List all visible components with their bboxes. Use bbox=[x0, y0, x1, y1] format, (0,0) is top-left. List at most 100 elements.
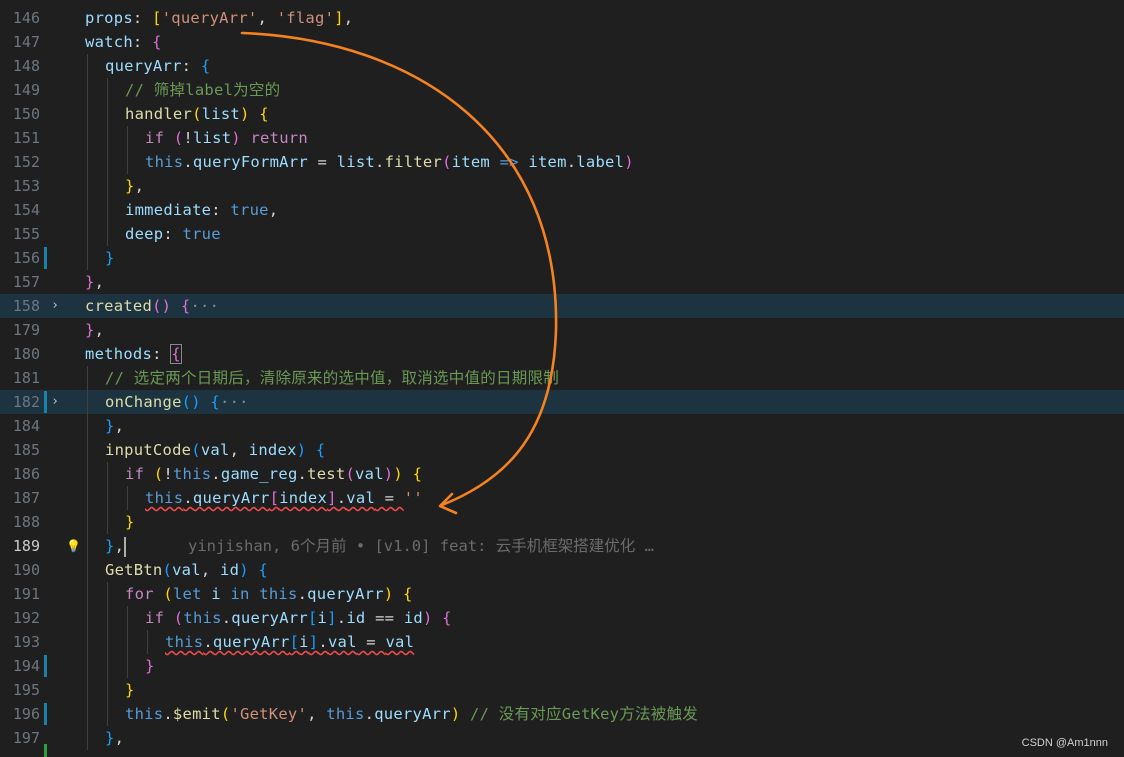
indent-guide bbox=[87, 486, 88, 510]
code-token: ··· bbox=[190, 297, 220, 315]
code-line[interactable]: 153}, bbox=[0, 174, 1124, 198]
code-text[interactable]: }, bbox=[105, 534, 127, 558]
code-line[interactable]: 185 inputCode(val, index) { bbox=[0, 438, 1124, 462]
code-token: : bbox=[163, 225, 183, 243]
code-line[interactable]: 189 💡}, yinjishan, 6个月前 • [v1.0] feat: 云手机… bbox=[0, 534, 1124, 558]
indent-guide bbox=[107, 198, 108, 222]
git-modified-indicator bbox=[44, 655, 47, 677]
code-text[interactable]: } bbox=[125, 678, 135, 702]
code-token: () bbox=[152, 297, 172, 315]
code-text[interactable]: }, bbox=[105, 726, 124, 750]
code-text[interactable]: deep: true bbox=[125, 222, 221, 246]
text-cursor bbox=[124, 536, 127, 557]
code-line[interactable]: 181 // 选定两个日期后，清除原来的选中值，取消选中值的日期限制 bbox=[0, 366, 1124, 390]
code-text[interactable]: GetBtn(val, id) { bbox=[105, 558, 268, 582]
code-line[interactable]: 146 props: ['queryArr', 'flag'], bbox=[0, 6, 1124, 30]
code-line[interactable]: 152 this.queryFormArr = list.filter(item … bbox=[0, 150, 1124, 174]
code-line[interactable]: 191 for (let i in this.queryArr) { bbox=[0, 582, 1124, 606]
chevron-right-icon[interactable]: › bbox=[49, 390, 61, 414]
code-text[interactable]: if (!this.game_reg.test(val)) { bbox=[125, 462, 422, 486]
git-modified-indicator bbox=[44, 703, 47, 725]
code-line[interactable]: 194} bbox=[0, 654, 1124, 678]
code-token: queryArr bbox=[192, 489, 270, 507]
code-text[interactable]: onChange() {··· bbox=[105, 390, 249, 414]
git-modified-indicator bbox=[44, 247, 47, 269]
code-text[interactable]: watch: { bbox=[85, 30, 162, 54]
code-text[interactable]: if (!list) return bbox=[145, 126, 308, 150]
code-text[interactable]: } bbox=[105, 246, 115, 270]
code-token: } bbox=[125, 513, 135, 531]
code-token: ··· bbox=[220, 393, 249, 411]
code-text[interactable]: props: ['queryArr', 'flag'], bbox=[85, 6, 353, 30]
code-text[interactable]: immediate: true, bbox=[125, 198, 278, 222]
code-line[interactable]: 182 › onChange() {··· bbox=[0, 390, 1124, 414]
chevron-right-icon[interactable]: › bbox=[49, 294, 61, 318]
code-text[interactable]: }, bbox=[85, 318, 104, 342]
code-token: list bbox=[201, 105, 240, 123]
code-text[interactable]: queryArr: { bbox=[105, 54, 210, 78]
code-text[interactable]: this.queryFormArr = list.filter(item => … bbox=[145, 150, 634, 174]
code-text[interactable]: this.queryArr[i].val = val bbox=[165, 630, 414, 654]
code-token: . bbox=[203, 633, 213, 651]
code-text[interactable]: this.queryArr[index].val = '' bbox=[145, 486, 423, 510]
code-text[interactable]: }, bbox=[125, 174, 144, 198]
code-text[interactable]: for (let i in this.queryArr) { bbox=[125, 582, 413, 606]
code-text[interactable]: } bbox=[125, 510, 135, 534]
code-text[interactable]: }, bbox=[85, 270, 104, 294]
line-number: 191 bbox=[12, 585, 40, 603]
code-line[interactable]: 193 this.queryArr[i].val = val bbox=[0, 630, 1124, 654]
code-text[interactable]: // 筛掉label为空的 bbox=[125, 78, 280, 102]
code-editor[interactable]: 146 props: ['queryArr', 'flag'], 147 watch:… bbox=[0, 0, 1124, 757]
code-line[interactable]: 186 if (!this.game_reg.test(val)) { bbox=[0, 462, 1124, 486]
code-line[interactable]: 196 this.$emit('GetKey', this.queryArr) /… bbox=[0, 702, 1124, 726]
code-text[interactable]: inputCode(val, index) { bbox=[105, 438, 325, 462]
code-text[interactable]: }, bbox=[105, 414, 124, 438]
code-line[interactable]: 147 watch: { bbox=[0, 30, 1124, 54]
code-line[interactable]: 149 // 筛掉label为空的 bbox=[0, 78, 1124, 102]
code-token: ( bbox=[173, 129, 184, 147]
code-line[interactable]: 158 › created() {··· bbox=[0, 294, 1124, 318]
code-token: this bbox=[165, 633, 204, 651]
indent-guide bbox=[87, 534, 88, 558]
code-text[interactable]: // 选定两个日期后，清除原来的选中值，取消选中值的日期限制 bbox=[105, 366, 559, 390]
code-text[interactable]: if (this.queryArr[i].id == id) { bbox=[145, 606, 452, 630]
code-line[interactable]: 180 methods: { bbox=[0, 342, 1124, 366]
code-line[interactable]: 195} bbox=[0, 678, 1124, 702]
code-token: ] bbox=[327, 609, 337, 627]
code-text[interactable]: created() {··· bbox=[85, 294, 219, 318]
git-added-indicator bbox=[44, 744, 47, 757]
code-token: methods bbox=[85, 345, 153, 363]
code-line[interactable]: 192 if (this.queryArr[i].id == id) { bbox=[0, 606, 1124, 630]
code-line[interactable]: 188} bbox=[0, 510, 1124, 534]
code-line[interactable]: 155 deep: true bbox=[0, 222, 1124, 246]
code-token: { bbox=[258, 561, 268, 579]
code-token: inputCode bbox=[105, 441, 192, 459]
code-line[interactable]: 197}, bbox=[0, 726, 1124, 750]
code-text[interactable]: } bbox=[145, 654, 155, 678]
code-line[interactable]: 156} bbox=[0, 246, 1124, 270]
code-line[interactable]: 157}, bbox=[0, 270, 1124, 294]
code-text[interactable]: methods: { bbox=[85, 342, 182, 366]
code-line[interactable]: 151 if (!list) return bbox=[0, 126, 1124, 150]
indent-guide bbox=[87, 102, 88, 126]
line-number: 187 bbox=[12, 489, 40, 507]
code-line[interactable]: 184}, bbox=[0, 414, 1124, 438]
code-line[interactable]: 154 immediate: true, bbox=[0, 198, 1124, 222]
code-token: { bbox=[403, 585, 413, 603]
code-text[interactable]: handler(list) { bbox=[125, 102, 269, 126]
code-line[interactable]: 150 handler(list) { bbox=[0, 102, 1124, 126]
code-token: item bbox=[528, 153, 567, 171]
code-line[interactable]: 190 GetBtn(val, id) { bbox=[0, 558, 1124, 582]
code-line[interactable]: 179}, bbox=[0, 318, 1124, 342]
code-token: . bbox=[374, 153, 385, 171]
indent-guide bbox=[107, 78, 108, 102]
code-line[interactable]: 187 this.queryArr[index].val = '' bbox=[0, 486, 1124, 510]
code-text[interactable]: this.$emit('GetKey', this.queryArr) // 没… bbox=[125, 702, 698, 726]
lightbulb-icon[interactable]: 💡 bbox=[66, 537, 81, 555]
code-token: test bbox=[307, 465, 346, 483]
code-token: this bbox=[326, 705, 365, 723]
code-line[interactable]: 148 queryArr: { bbox=[0, 54, 1124, 78]
code-token: : bbox=[211, 201, 231, 219]
